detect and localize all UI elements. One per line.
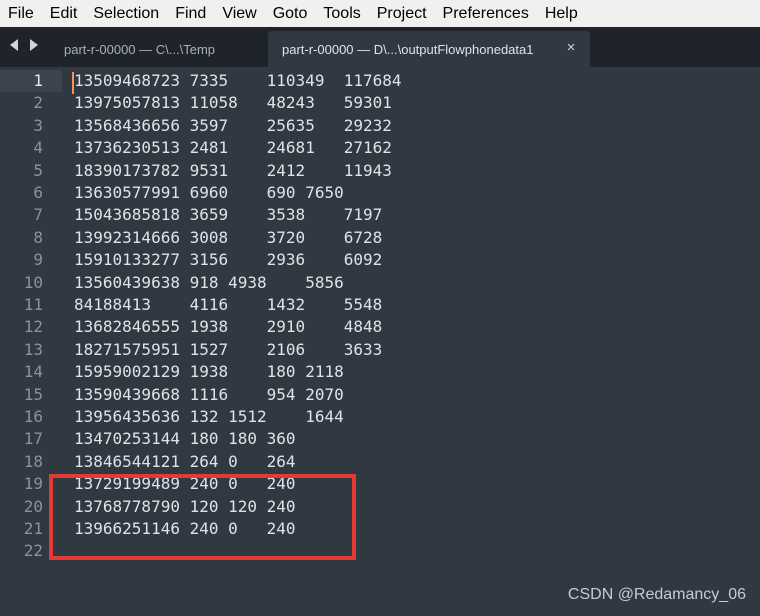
code-line: 84188413 4116 1432 5548 xyxy=(74,295,383,314)
menu-edit[interactable]: Edit xyxy=(42,0,86,27)
code-line: 15910133277 3156 2936 6092 xyxy=(74,250,383,270)
previous-tab-arrow-icon[interactable] xyxy=(8,37,22,55)
menu-view[interactable]: View xyxy=(214,0,264,27)
red-highlight-box xyxy=(49,474,356,560)
code-line: 13956435636 132 1512 1644 xyxy=(74,407,344,426)
menu-file[interactable]: File xyxy=(0,0,42,27)
line-number: 3 xyxy=(33,115,43,135)
line-number: 5 xyxy=(33,160,43,180)
code-line: 13846544121 264 0 264 xyxy=(74,451,296,471)
line-number: 12 xyxy=(23,317,43,337)
tab-bar: part-r-00000 — C\...\Temp part-r-00000 —… xyxy=(0,27,760,67)
line-number: 13 xyxy=(23,339,43,359)
code-line: 18390173782 9531 2412 11943 xyxy=(74,160,392,180)
line-number: 20 xyxy=(23,496,43,516)
tab-nav-arrows xyxy=(8,37,42,55)
code-line: 13590439668 1116 954 2070 xyxy=(74,384,344,404)
code-line: 13560439638 918 4938 5856 xyxy=(74,272,344,292)
tab-part-r-00000-temp[interactable]: part-r-00000 — C\...\Temp xyxy=(50,31,268,67)
menu-goto[interactable]: Goto xyxy=(265,0,316,27)
code-line: 13509468723 7335 110349 117684 xyxy=(74,71,402,90)
line-number: 7 xyxy=(33,205,43,225)
text-caret xyxy=(72,72,74,94)
code-line: 15959002129 1938 180 2118 xyxy=(74,362,344,382)
code-line: 13975057813 11058 48243 59301 xyxy=(74,93,392,113)
menu-help[interactable]: Help xyxy=(537,0,586,27)
code-line: 13568436656 3597 25635 29232 xyxy=(74,115,392,135)
line-number: 15 xyxy=(23,384,43,404)
menu-preferences[interactable]: Preferences xyxy=(435,0,537,27)
code-line: 13682846555 1938 2910 4848 xyxy=(74,317,383,337)
line-number: 1 xyxy=(33,71,43,90)
close-tab-icon[interactable]: × xyxy=(564,40,578,55)
code-line: 15043685818 3659 3538 7197 xyxy=(74,205,383,225)
code-line: 18271575951 1527 2106 3633 xyxy=(74,339,383,359)
line-number: 10 xyxy=(23,272,43,292)
line-number: 11 xyxy=(23,295,43,314)
menu-bar: File Edit Selection Find View Goto Tools Projec… xyxy=(0,0,760,27)
line-number: 2 xyxy=(33,93,43,113)
code-line: 13992314666 3008 3720 6728 xyxy=(74,227,383,247)
code-line: 13736230513 2481 24681 27162 xyxy=(74,138,392,158)
line-number: 22 xyxy=(23,541,43,561)
next-tab-arrow-icon[interactable] xyxy=(28,37,42,55)
menu-project[interactable]: Project xyxy=(369,0,435,27)
line-number: 19 xyxy=(23,474,43,494)
code-line: 13470253144 180 180 360 xyxy=(74,429,296,449)
line-number: 18 xyxy=(23,451,43,471)
line-number: 17 xyxy=(23,429,43,449)
csdn-watermark: CSDN @Redamancy_06 xyxy=(567,586,746,603)
line-number: 21 xyxy=(23,519,43,538)
tab-part-r-00000-outputflowphonedata1[interactable]: part-r-00000 — D\...\outputFlowphonedata… xyxy=(268,31,590,67)
line-number: 16 xyxy=(23,407,43,426)
tab-label: part-r-00000 — C\...\Temp xyxy=(64,41,215,57)
editor-pane[interactable]: 1 2 3 4 5 6 7 8 9 10 11 12 13 14 15 16 17 18 19 20 21 22 1350… xyxy=(0,67,760,616)
menu-selection[interactable]: Selection xyxy=(85,0,167,27)
menu-find[interactable]: Find xyxy=(167,0,214,27)
line-number: 4 xyxy=(33,138,43,158)
line-number: 9 xyxy=(33,250,43,270)
tab-label: part-r-00000 — D\...\outputFlowphonedata… xyxy=(282,41,534,57)
line-number: 6 xyxy=(33,183,43,202)
code-line: 13630577991 6960 690 7650 xyxy=(74,183,344,202)
menu-tools[interactable]: Tools xyxy=(315,0,368,27)
line-number: 8 xyxy=(33,227,43,247)
line-number: 14 xyxy=(23,362,43,382)
